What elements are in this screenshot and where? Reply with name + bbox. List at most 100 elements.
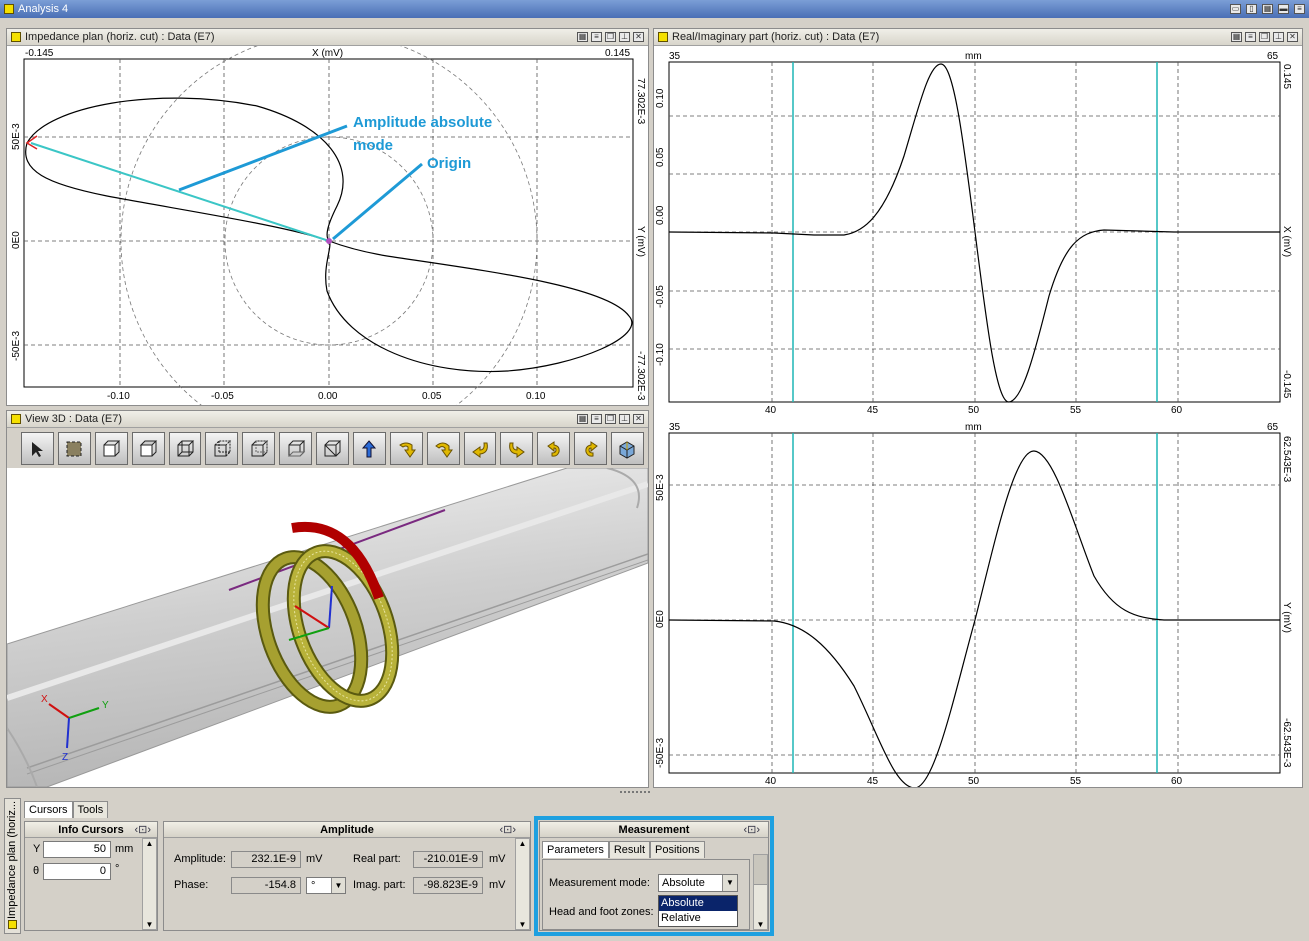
grid-icon[interactable]: ▦ xyxy=(1262,4,1273,14)
fit-view-icon[interactable] xyxy=(57,432,91,465)
select-cursor-icon[interactable] xyxy=(21,432,54,465)
restore-icon[interactable]: ❐ xyxy=(605,414,616,424)
amplitude-label: Amplitude: xyxy=(174,853,226,865)
view3d-title: View 3D : Data (E7) xyxy=(25,413,123,425)
side-dock-tab[interactable]: Impedance plan (horiz... xyxy=(4,798,21,934)
x-min-label: 35 xyxy=(669,51,681,62)
amplitude-header: Amplitude ‹⊡› xyxy=(164,822,530,838)
expand-icon[interactable]: ‹⊡› xyxy=(499,822,516,838)
scroll-down-icon[interactable]: ▼ xyxy=(754,920,767,929)
minimize-icon[interactable]: ▬ xyxy=(1278,4,1289,14)
cube-iso-icon[interactable] xyxy=(316,432,349,465)
database-icon[interactable]: ≡ xyxy=(1294,4,1305,14)
imag-part-chart[interactable]: 35 mm 65 50E-3 0E0 -50E-3 62.543E-3 Y (m… xyxy=(655,422,1292,787)
panel-icon xyxy=(11,414,21,424)
scroll-down-icon[interactable]: ▼ xyxy=(516,920,529,929)
grid-icon[interactable]: ▦ xyxy=(577,414,588,424)
view3d-panel: View 3D : Data (E7) ▦ ≡ ❐ ⊥ ✕ X Y Z xyxy=(6,410,649,788)
database-icon[interactable]: ≡ xyxy=(1245,32,1256,42)
close-icon[interactable]: ✕ xyxy=(1287,32,1298,42)
expand-icon[interactable]: ‹⊡› xyxy=(134,822,151,838)
horizontal-splitter[interactable] xyxy=(620,791,650,795)
x-tick: -0.05 xyxy=(211,391,234,402)
x-min-label: 35 xyxy=(669,422,681,433)
real-part-chart[interactable]: 35 mm 65 0.10 0.05 0.00 -0.05 -0.10 0.14… xyxy=(655,51,1292,416)
x-unit-label: mm xyxy=(965,51,982,62)
grid-icon[interactable]: ▦ xyxy=(1231,32,1242,42)
rotate-left-icon[interactable] xyxy=(463,432,497,465)
rotate-down-right-icon[interactable] xyxy=(426,432,460,465)
cube-top-icon[interactable] xyxy=(131,432,165,465)
scroll-up-icon[interactable]: ▲ xyxy=(516,839,529,848)
cube-right-icon[interactable] xyxy=(205,432,239,465)
grid-icon[interactable]: ▦ xyxy=(577,32,588,42)
y-tick: 0.10 xyxy=(655,88,666,108)
pin-icon[interactable]: ⊥ xyxy=(619,414,630,424)
phase-unit-value: ° xyxy=(311,879,316,892)
view3d-canvas[interactable]: X Y Z xyxy=(7,468,648,787)
close-icon[interactable]: ✕ xyxy=(633,32,644,42)
tab-cursors[interactable]: Cursors xyxy=(24,801,73,818)
y-cursor-input[interactable]: 50 xyxy=(43,841,111,858)
phase-value: -154.8 xyxy=(231,877,301,894)
measurement-mode-select[interactable]: Absolute ▼ xyxy=(658,874,738,892)
rotate-right-icon[interactable] xyxy=(500,432,534,465)
y-tick: 50E-3 xyxy=(655,474,666,501)
x-tick: 50 xyxy=(968,776,980,787)
y-tick: -0.05 xyxy=(655,285,666,308)
cube-perspective-icon[interactable] xyxy=(611,432,644,465)
restore-icon[interactable]: ❐ xyxy=(605,32,616,42)
plot-frame xyxy=(23,58,634,388)
pin-icon[interactable]: ⊥ xyxy=(619,32,630,42)
x-tick: 40 xyxy=(765,776,777,787)
measurement-scrollbar[interactable]: ▼ xyxy=(753,854,768,930)
y-max-label: 62.543E-3 xyxy=(1281,436,1292,483)
info-cursors-scrollbar[interactable]: ▲ ▼ xyxy=(142,838,157,930)
y-left-label-bottom: -50E-3 xyxy=(11,331,22,361)
phase-unit-select[interactable]: ° ▼ xyxy=(306,877,346,894)
tile-icon[interactable]: ▭ xyxy=(1230,4,1241,14)
document-icon[interactable]: ▯ xyxy=(1246,4,1257,14)
plot-frame xyxy=(668,432,1281,774)
view3d-toolbar xyxy=(7,428,648,468)
cube-left-icon[interactable] xyxy=(168,432,202,465)
amplitude-scrollbar[interactable]: ▲ ▼ xyxy=(515,838,530,930)
database-icon[interactable]: ≡ xyxy=(591,32,602,42)
cube-bottom-icon[interactable] xyxy=(279,432,312,465)
database-icon[interactable]: ≡ xyxy=(591,414,602,424)
theta-cursor-label: θ xyxy=(33,865,40,877)
option-relative[interactable]: Relative xyxy=(659,911,737,926)
measurement-group: Measurement ‹⊡› Parameters Result Position… xyxy=(539,821,769,931)
scroll-up-icon[interactable]: ▲ xyxy=(143,839,156,848)
rotate-ccw-icon[interactable] xyxy=(537,432,571,465)
tab-parameters[interactable]: Parameters xyxy=(542,841,609,858)
impedance-plan-panel: Impedance plan (horiz. cut) : Data (E7) … xyxy=(6,28,649,406)
side-dock-label: Impedance plan (horiz... xyxy=(6,800,18,919)
phase-label: Phase: xyxy=(174,879,209,891)
tab-positions[interactable]: Positions xyxy=(650,841,705,858)
imag-part-unit: mV xyxy=(489,879,506,891)
amplitude-group: Amplitude ‹⊡› Amplitude: 232.1E-9 mV Pha… xyxy=(163,821,531,931)
option-absolute[interactable]: Absolute xyxy=(659,896,737,911)
close-icon[interactable]: ✕ xyxy=(633,414,644,424)
impedance-plan-chart[interactable]: -0.145 X (mV) 0.145 Amplitude absolute m… xyxy=(7,46,648,405)
theta-cursor-input[interactable]: 0 xyxy=(43,863,111,880)
expand-icon[interactable]: ‹⊡› xyxy=(743,822,760,838)
restore-icon[interactable]: ❐ xyxy=(1259,32,1270,42)
cube-back-icon[interactable] xyxy=(242,432,276,465)
x-tick: 55 xyxy=(1070,776,1082,787)
chevron-down-icon[interactable]: ▼ xyxy=(722,875,737,891)
scroll-thumb[interactable] xyxy=(754,855,767,885)
tab-tools[interactable]: Tools xyxy=(72,801,109,818)
pin-icon[interactable]: ⊥ xyxy=(1273,32,1284,42)
scroll-down-icon[interactable]: ▼ xyxy=(143,920,156,929)
real-imag-charts[interactable]: 35 mm 65 0.10 0.05 0.00 -0.05 -0.10 0.14… xyxy=(654,46,1302,787)
arrow-up-icon[interactable] xyxy=(352,432,386,465)
tab-result[interactable]: Result xyxy=(608,841,651,858)
y-min-label: -62.543E-3 xyxy=(1281,718,1292,768)
chevron-down-icon[interactable]: ▼ xyxy=(331,878,345,893)
amplitude-annotation-line2: mode xyxy=(353,137,393,154)
rotate-cw-icon[interactable] xyxy=(574,432,607,465)
rotate-down-icon[interactable] xyxy=(389,432,423,465)
cube-front-icon[interactable] xyxy=(94,432,128,465)
